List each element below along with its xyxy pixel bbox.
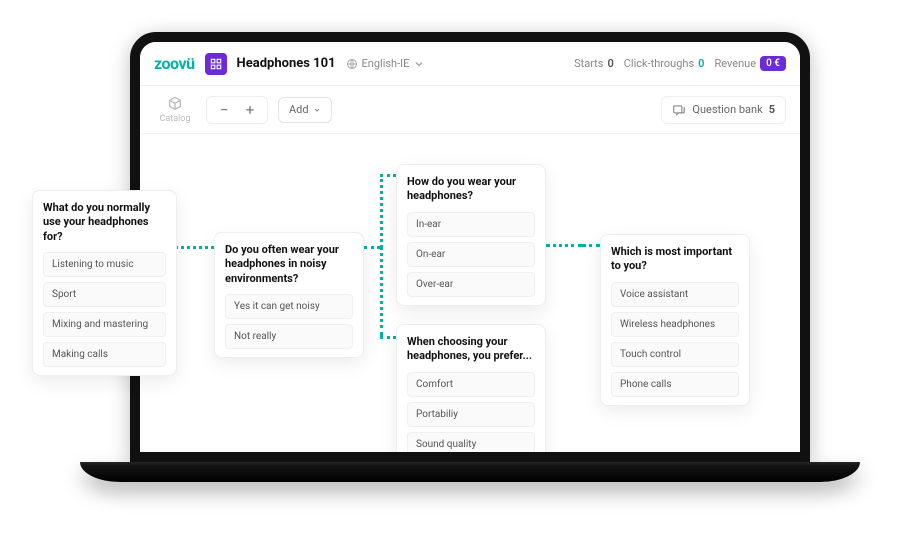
answer-option[interactable]: Portabiliy (407, 402, 535, 427)
zoom-out-button[interactable]: − (211, 97, 237, 123)
answer-option[interactable]: On-ear (407, 242, 535, 267)
cube-icon (167, 96, 183, 112)
answer-option[interactable]: Wireless headphones (611, 312, 739, 337)
connector (380, 174, 383, 248)
zoovu-logo: zoovü (154, 54, 195, 73)
answer-option[interactable]: Touch control (611, 342, 739, 367)
answer-option[interactable]: Yes it can get noisy (225, 294, 353, 319)
zoom-in-button[interactable]: + (237, 97, 263, 123)
answer-option[interactable]: Mixing and mastering (43, 312, 166, 337)
editor-toolbar: Catalog − + Add Question bank 5 (140, 86, 800, 134)
question-card-overflow[interactable]: What do you normally use your headphones… (32, 190, 177, 376)
question-card[interactable]: Which is most important to you? Voice as… (600, 234, 750, 406)
globe-icon (346, 58, 358, 70)
connector (380, 336, 396, 339)
laptop-base (80, 462, 860, 482)
question-card[interactable]: Do you often wear your headphones in noi… (214, 232, 364, 358)
app-screen: zoovü Headphones 101 English-IE Starts 0 (140, 42, 800, 452)
answer-option[interactable]: Not really (225, 324, 353, 349)
answer-option[interactable]: In-ear (407, 212, 535, 237)
project-icon[interactable] (205, 53, 227, 75)
question-bank-button[interactable]: Question bank 5 (661, 96, 786, 124)
question-text: Do you often wear your headphones in noi… (225, 243, 353, 286)
language-selector[interactable]: English-IE (346, 57, 426, 70)
question-text: How do you wear your headphones? (407, 175, 535, 204)
answer-option[interactable]: Sound quality (407, 432, 535, 452)
chevron-down-icon (413, 58, 425, 70)
question-text: When choosing your headphones, you prefe… (407, 335, 535, 364)
revenue-stat: Revenue 0 € (714, 56, 786, 71)
zoom-group: − + (206, 96, 268, 124)
laptop-frame: zoovü Headphones 101 English-IE Starts 0 (130, 32, 810, 462)
question-card[interactable]: When choosing your headphones, you prefe… (396, 324, 546, 452)
answer-option[interactable]: Making calls (43, 342, 166, 367)
clickthroughs-stat: Click-throughs 0 (624, 57, 705, 70)
question-text: Which is most important to you? (611, 245, 739, 274)
question-card[interactable]: How do you wear your headphones? In-ear … (396, 164, 546, 306)
answer-option[interactable]: Listening to music (43, 252, 166, 277)
language-label: English-IE (362, 57, 410, 70)
answer-option[interactable]: Phone calls (611, 372, 739, 397)
project-title: Headphones 101 (237, 56, 336, 71)
connector (380, 246, 383, 336)
question-text: What do you normally use your headphones… (43, 201, 166, 244)
chevron-down-icon (313, 106, 321, 114)
flow-canvas[interactable]: Do you often wear your headphones in noi… (140, 134, 800, 452)
answer-option[interactable]: Over-ear (407, 272, 535, 297)
answer-option[interactable]: Sport (43, 282, 166, 307)
answer-option[interactable]: Voice assistant (611, 282, 739, 307)
connector (380, 174, 396, 177)
starts-stat: Starts 0 (574, 57, 614, 70)
top-bar: zoovü Headphones 101 English-IE Starts 0 (140, 42, 800, 86)
connector (582, 244, 600, 247)
add-button[interactable]: Add (278, 97, 332, 123)
connector (546, 244, 582, 247)
question-bank-icon (672, 103, 686, 117)
connector (364, 246, 380, 249)
answer-option[interactable]: Comfort (407, 372, 535, 397)
catalog-sidebar-item[interactable]: Catalog (154, 96, 196, 124)
